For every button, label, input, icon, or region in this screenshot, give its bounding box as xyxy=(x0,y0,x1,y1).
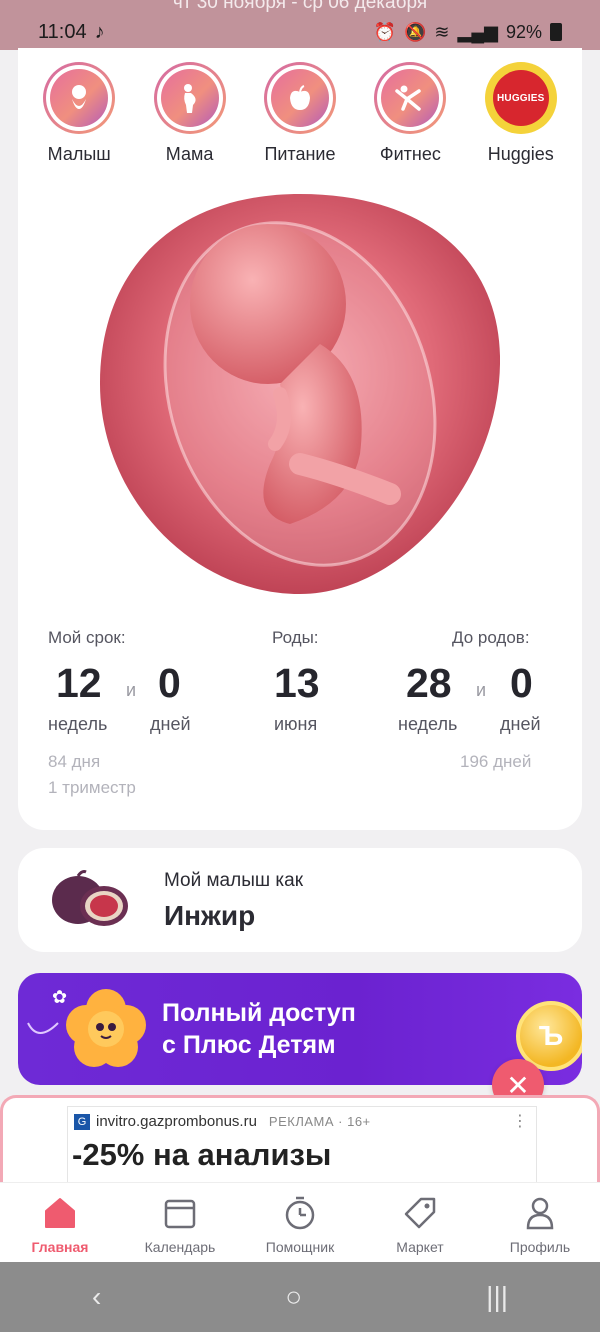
until-label: До родов: xyxy=(452,628,530,647)
svg-text:✿: ✿ xyxy=(52,987,67,1007)
nav-profile[interactable]: Профиль xyxy=(480,1183,600,1262)
baby-size-card[interactable]: Мой малыш как Инжир xyxy=(18,848,582,952)
term-total-days: 84 дня xyxy=(48,752,101,771)
term-days: 0 xyxy=(158,660,181,706)
nav-market[interactable]: Маркет xyxy=(360,1183,480,1262)
term-weeks-unit: недель xyxy=(48,714,108,734)
stopwatch-icon xyxy=(285,1196,315,1230)
tag-icon xyxy=(404,1197,436,1229)
until-days: 0 xyxy=(510,660,533,706)
birth-label: Роды: xyxy=(272,628,319,647)
birth-day: 13 xyxy=(274,660,320,706)
term-days-unit: дней xyxy=(150,714,191,734)
profile-icon xyxy=(526,1197,554,1230)
ad-source: G invitro.gazprombonus.ru РЕКЛАМА · 16+ xyxy=(74,1113,371,1130)
fetus-illustration[interactable] xyxy=(100,194,500,594)
category-huggies[interactable]: HUGGIES Huggies xyxy=(471,62,571,165)
until-weeks: 28 xyxy=(406,660,452,706)
category-nutrition[interactable]: Питание xyxy=(250,62,350,165)
ad-headline: -25% на анализы xyxy=(72,1137,332,1172)
until-total-days: 196 дней xyxy=(460,752,532,771)
clock: 11:04 xyxy=(38,20,87,43)
pregnant-mom-icon xyxy=(160,69,219,127)
nav-calendar[interactable]: Календарь xyxy=(120,1183,240,1262)
ad-tag: РЕКЛАМА · 16+ xyxy=(268,1114,371,1129)
baby-size-fruit: Инжир xyxy=(164,900,256,931)
home-circle-icon[interactable]: ○ xyxy=(285,1281,302,1313)
until-days-unit: дней xyxy=(500,714,541,734)
fig-fruit-image xyxy=(52,870,128,926)
bottom-navigation: Главная Календарь Помощник Маркет Профил… xyxy=(0,1182,600,1262)
apple-icon xyxy=(270,69,329,127)
mute-icon: 🔕 xyxy=(404,21,427,42)
flower-mascot-icon: ✿ xyxy=(27,987,146,1067)
battery-level: 92% xyxy=(505,21,542,42)
pregnancy-summary-card: Малыш Мама Питание Фитнес HUGGIES Huggie… xyxy=(18,48,582,830)
alarm-icon: ⏰ xyxy=(373,21,396,42)
term-and: и xyxy=(126,680,137,700)
home-icon xyxy=(45,1198,75,1228)
back-icon[interactable]: ‹ xyxy=(92,1281,101,1313)
nav-assistant[interactable]: Помощник xyxy=(240,1183,360,1262)
birth-month: июня xyxy=(274,714,318,734)
my-term-label: Мой срок: xyxy=(48,628,126,647)
huggies-logo: HUGGIES xyxy=(492,70,549,126)
yoga-icon xyxy=(381,69,440,127)
more-options-icon[interactable]: ⋮ xyxy=(512,1111,528,1131)
tiktok-icon: ♪ xyxy=(94,20,105,43)
system-navigation-bar: ‹ ○ ||| xyxy=(0,1262,600,1332)
term-weeks: 12 xyxy=(56,660,102,706)
gazprom-logo-icon: G xyxy=(74,1113,90,1130)
baby-size-title: Мой малыш как xyxy=(164,870,304,891)
until-weeks-unit: недель xyxy=(398,714,458,734)
signal-icon: ▂▄▆ xyxy=(457,21,498,42)
baby-icon xyxy=(50,69,109,127)
status-bar: 11:04 ♪ ⏰ 🔕 ≋ ▂▄▆ 92% xyxy=(0,12,600,52)
trimester: 1 триместр xyxy=(48,778,136,797)
category-baby[interactable]: Малыш xyxy=(29,62,129,165)
nav-home[interactable]: Главная xyxy=(0,1183,120,1262)
category-row: Малыш Мама Питание Фитнес HUGGIES Huggie… xyxy=(18,62,582,165)
promo-text: Полный доступ с Плюс Детям xyxy=(162,999,356,1059)
advertisement[interactable]: G invitro.gazprombonus.ru РЕКЛАМА · 16+ … xyxy=(0,1095,600,1195)
battery-icon xyxy=(550,23,562,41)
calendar-icon xyxy=(164,1199,196,1229)
wifi-icon: ≋ xyxy=(434,21,450,42)
category-fitness[interactable]: Фитнес xyxy=(360,62,460,165)
category-mom[interactable]: Мама xyxy=(140,62,240,165)
until-and: и xyxy=(476,680,487,700)
recent-apps-icon[interactable]: ||| xyxy=(486,1281,508,1313)
